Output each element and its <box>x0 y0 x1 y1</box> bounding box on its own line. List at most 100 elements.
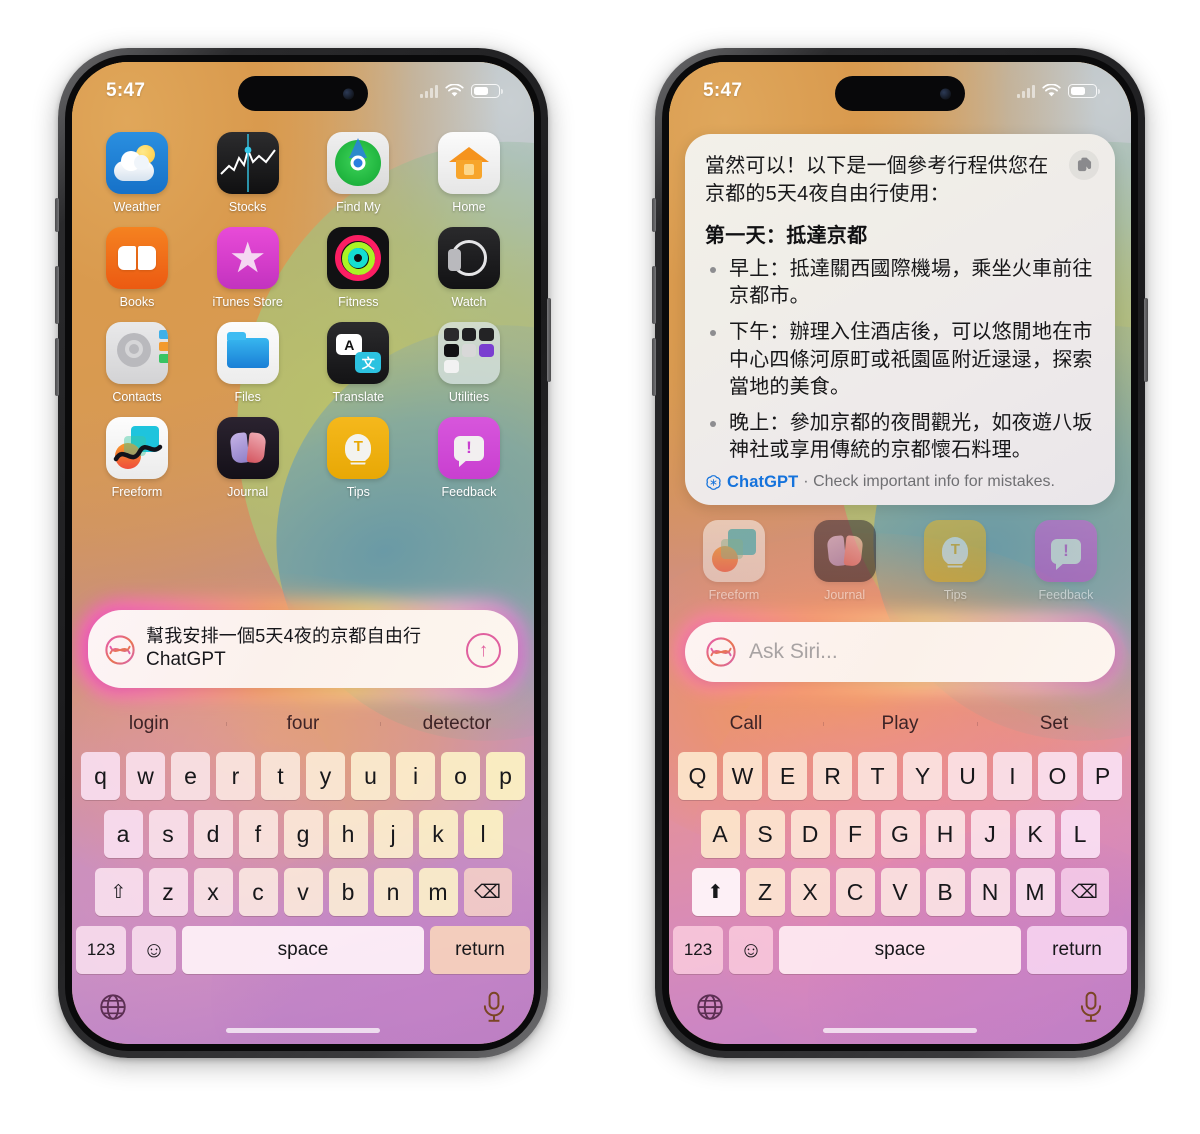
home-indicator[interactable] <box>226 1028 380 1033</box>
key-n[interactable]: N <box>970 868 1010 916</box>
action-button[interactable] <box>55 198 59 232</box>
key-h[interactable]: h <box>328 810 368 858</box>
action-button[interactable] <box>652 198 656 232</box>
shift-filled-icon[interactable]: ⬆ <box>691 868 740 916</box>
key-o[interactable]: O <box>1038 752 1077 800</box>
key-j[interactable]: J <box>970 810 1010 858</box>
key-i[interactable]: i <box>396 752 435 800</box>
app-feedback[interactable]: ! Feedback <box>426 417 512 499</box>
key-t[interactable]: t <box>261 752 300 800</box>
key-u[interactable]: U <box>948 752 987 800</box>
ask-siri-card[interactable]: Ask Siri... <box>685 622 1115 682</box>
key-m[interactable]: m <box>418 868 458 916</box>
key-p[interactable]: p <box>486 752 525 800</box>
app-fitness[interactable]: Fitness <box>315 227 401 309</box>
return-key[interactable]: return <box>1027 926 1127 974</box>
key-i[interactable]: I <box>993 752 1032 800</box>
volume-down-button[interactable] <box>652 338 656 396</box>
key-d[interactable]: D <box>790 810 830 858</box>
backspace-icon[interactable]: ⌫ <box>1060 868 1109 916</box>
app-tips[interactable]: T Tips <box>315 417 401 499</box>
emoji-icon[interactable]: ☺ <box>132 926 176 974</box>
prediction-item[interactable]: Set <box>977 713 1131 735</box>
volume-up-button[interactable] <box>55 266 59 324</box>
prediction-item[interactable]: detector <box>380 713 534 735</box>
key-x[interactable]: X <box>790 868 830 916</box>
key-j[interactable]: j <box>373 810 413 858</box>
key-k[interactable]: k <box>418 810 458 858</box>
app-feedback[interactable]: ! Feedback <box>1023 520 1109 602</box>
siri-input-bubble[interactable]: 幫我安排一個5天4夜的京都自由行 ChatGPT ↑ <box>79 601 527 697</box>
app-journal[interactable]: Journal <box>205 417 291 499</box>
emoji-icon[interactable]: ☺ <box>729 926 773 974</box>
app-freeform[interactable]: Freeform <box>94 417 180 499</box>
prediction-item[interactable]: login <box>72 713 226 735</box>
send-arrow-up-icon[interactable]: ↑ <box>466 633 501 668</box>
power-button[interactable] <box>1144 298 1148 382</box>
key-w[interactable]: W <box>723 752 762 800</box>
app-watch[interactable]: Watch <box>426 227 512 309</box>
key-h[interactable]: H <box>925 810 965 858</box>
key-y[interactable]: y <box>306 752 345 800</box>
space-key[interactable]: space <box>779 926 1021 974</box>
key-u[interactable]: u <box>351 752 390 800</box>
key-f[interactable]: f <box>238 810 278 858</box>
app-contacts[interactable]: Contacts <box>94 322 180 404</box>
power-button[interactable] <box>547 298 551 382</box>
key-z[interactable]: Z <box>745 868 785 916</box>
key-t[interactable]: T <box>858 752 897 800</box>
key-a[interactable]: A <box>700 810 740 858</box>
globe-icon[interactable] <box>695 992 725 1022</box>
backspace-icon[interactable]: ⌫ <box>463 868 512 916</box>
key-s[interactable]: S <box>745 810 785 858</box>
key-c[interactable]: C <box>835 868 875 916</box>
key-p[interactable]: P <box>1083 752 1122 800</box>
app-utilities-folder[interactable]: Utilities <box>426 322 512 404</box>
app-tips[interactable]: T Tips <box>912 520 998 602</box>
key-g[interactable]: G <box>880 810 920 858</box>
ask-siri-field[interactable]: Ask Siri... <box>677 614 1123 690</box>
key-l[interactable]: l <box>463 810 503 858</box>
numbers-key[interactable]: 123 <box>673 926 723 974</box>
return-key[interactable]: return <box>430 926 530 974</box>
key-r[interactable]: r <box>216 752 255 800</box>
app-find-my[interactable]: Find My <box>315 132 401 214</box>
key-d[interactable]: d <box>193 810 233 858</box>
key-y[interactable]: Y <box>903 752 942 800</box>
key-v[interactable]: V <box>880 868 920 916</box>
volume-up-button[interactable] <box>652 266 656 324</box>
app-journal[interactable]: Journal <box>802 520 888 602</box>
app-translate[interactable]: A 文 Translate <box>315 322 401 404</box>
key-f[interactable]: F <box>835 810 875 858</box>
shift-outline-icon[interactable]: ⇧ <box>94 868 143 916</box>
app-books[interactable]: Books <box>94 227 180 309</box>
key-r[interactable]: R <box>813 752 852 800</box>
key-g[interactable]: g <box>283 810 323 858</box>
key-k[interactable]: K <box>1015 810 1055 858</box>
app-itunes-store[interactable]: ★ iTunes Store <box>205 227 291 309</box>
key-m[interactable]: M <box>1015 868 1055 916</box>
volume-down-button[interactable] <box>55 338 59 396</box>
app-weather[interactable]: Weather <box>94 132 180 214</box>
prediction-item[interactable]: Play <box>823 713 977 735</box>
app-stocks[interactable]: Stocks <box>205 132 291 214</box>
key-s[interactable]: s <box>148 810 188 858</box>
home-indicator[interactable] <box>823 1028 977 1033</box>
key-n[interactable]: n <box>373 868 413 916</box>
key-e[interactable]: e <box>171 752 210 800</box>
key-l[interactable]: L <box>1060 810 1100 858</box>
prediction-item[interactable]: Call <box>669 713 823 735</box>
key-o[interactable]: o <box>441 752 480 800</box>
prediction-item[interactable]: four <box>226 713 380 735</box>
key-x[interactable]: x <box>193 868 233 916</box>
key-q[interactable]: q <box>81 752 120 800</box>
key-v[interactable]: v <box>283 868 323 916</box>
siri-card[interactable]: 幫我安排一個5天4夜的京都自由行 ChatGPT ↑ <box>88 610 518 688</box>
key-c[interactable]: c <box>238 868 278 916</box>
key-b[interactable]: b <box>328 868 368 916</box>
microphone-icon[interactable] <box>1077 991 1105 1023</box>
key-e[interactable]: E <box>768 752 807 800</box>
key-z[interactable]: z <box>148 868 188 916</box>
microphone-icon[interactable] <box>480 991 508 1023</box>
copy-icon[interactable] <box>1069 150 1099 180</box>
